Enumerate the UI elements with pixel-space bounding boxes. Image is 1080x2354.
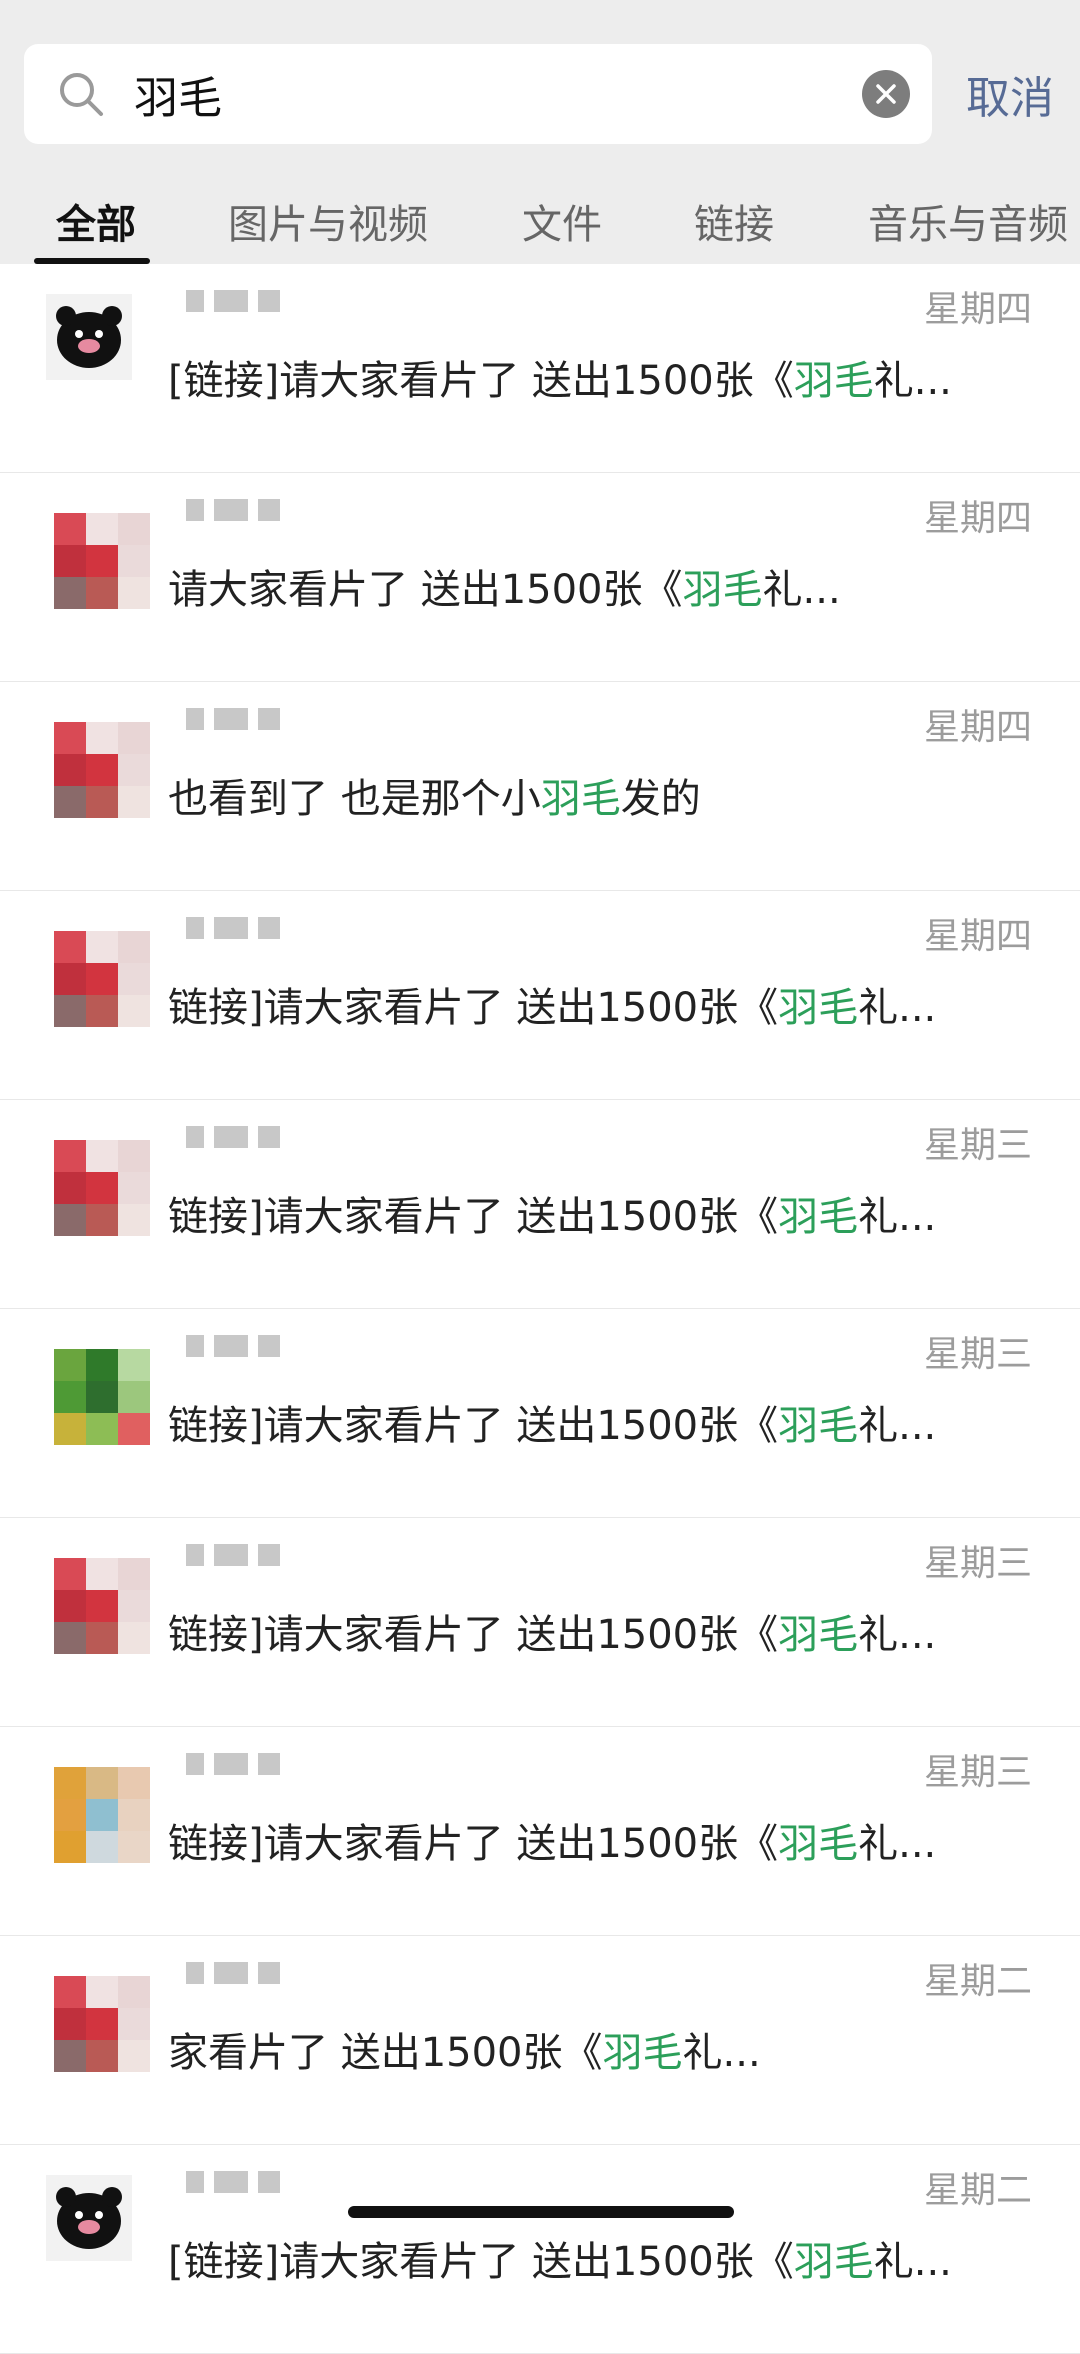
result-message: 链接]请大家看片了 送出1500张《羽毛礼... [168,1393,936,1451]
message-suffix: 礼... [858,1194,937,1240]
result-message: [链接]请大家看片了 送出1500张《羽毛礼... [168,2229,952,2287]
contact-name-redacted [186,1544,280,1572]
result-message: [链接]请大家看片了 送出1500张《羽毛礼... [168,348,952,406]
avatar [54,513,150,609]
message-keyword-highlight: 羽毛 [778,1821,859,1867]
clear-icon[interactable] [862,70,910,118]
message-keyword-highlight: 羽毛 [778,1612,859,1658]
contact-name-redacted [186,1335,280,1363]
avatar [54,1558,150,1654]
result-row[interactable]: 星期四 [链接]请大家看片了 送出1500张《羽毛礼... [0,264,1080,473]
result-message: 链接]请大家看片了 送出1500张《羽毛礼... [168,1602,936,1660]
message-prefix: 链接]请大家看片了 送出1500张《 [168,1612,779,1658]
filter-tabs: 全部 图片与视频 文件 链接 音乐与音频 [0,184,1080,264]
avatar [54,1976,150,2072]
result-row[interactable]: 星期三链接]请大家看片了 送出1500张《羽毛礼... [0,1518,1080,1727]
message-prefix: [链接]请大家看片了 送出1500张《 [168,2239,794,2285]
result-day: 星期三 [923,1125,1032,1166]
result-day: 星期三 [923,1334,1032,1375]
contact-name-redacted [186,708,280,736]
message-prefix: 链接]请大家看片了 送出1500张《 [168,1821,779,1867]
result-message: 链接]请大家看片了 送出1500张《羽毛礼... [168,975,936,1033]
contact-name-redacted [186,917,280,945]
search-results-list: 星期四 [链接]请大家看片了 送出1500张《羽毛礼... 星期四 请大家看片了 送出… [0,264,1080,2354]
result-day: 星期四 [923,498,1032,539]
result-message: 链接]请大家看片了 送出1500张《羽毛礼... [168,1811,936,1869]
result-row[interactable]: 星期三链接]请大家看片了 送出1500张《羽毛礼... [0,1309,1080,1518]
result-day: 星期三 [923,1543,1032,1584]
result-message: 也看到了 也是那个小羽毛发的 [168,766,701,824]
contact-name-redacted [186,1962,280,1990]
avatar [54,722,150,818]
result-row[interactable]: 星期四请大家看片了 送出1500张《羽毛礼... [0,473,1080,682]
message-suffix: 礼... [873,358,952,404]
message-keyword-highlight: 羽毛 [682,567,763,613]
result-day: 星期四 [923,916,1032,957]
avatar [54,1140,150,1236]
message-keyword-highlight: 羽毛 [793,2239,874,2285]
avatar [54,931,150,1027]
result-day: 星期三 [923,1752,1032,1793]
message-suffix: 礼... [762,567,841,613]
message-keyword-highlight: 羽毛 [778,1403,859,1449]
result-day: 星期二 [923,2170,1032,2211]
message-prefix: [链接]请大家看片了 送出1500张《 [168,358,794,404]
message-keyword-highlight: 羽毛 [778,985,859,1031]
result-row[interactable]: 星期四也看到了 也是那个小羽毛发的 [0,682,1080,891]
message-suffix: 礼... [858,1403,937,1449]
home-indicator[interactable] [348,2206,734,2218]
result-row[interactable]: 星期二 [链接]请大家看片了 送出1500张《羽毛礼... [0,2145,1080,2354]
message-keyword-highlight: 羽毛 [602,2030,683,2076]
result-day: 星期四 [923,289,1032,330]
search-icon [46,59,116,129]
avatar [54,1349,150,1445]
message-keyword-highlight: 羽毛 [793,358,874,404]
contact-name-redacted [186,499,280,527]
contact-name-redacted [186,290,280,318]
search-header: 羽毛 取消 全部 图片与视频 文件 链接 音乐与音频 [0,0,1080,264]
contact-name-redacted [186,1126,280,1154]
avatar [54,1767,150,1863]
tab-images-videos[interactable]: 图片与视频 [228,192,428,250]
tab-links[interactable]: 链接 [694,192,774,250]
result-message: 链接]请大家看片了 送出1500张《羽毛礼... [168,1184,936,1242]
tab-all[interactable]: 全部 [56,192,136,250]
result-row[interactable]: 星期四链接]请大家看片了 送出1500张《羽毛礼... [0,891,1080,1100]
message-keyword-highlight: 羽毛 [540,776,621,822]
message-prefix: 链接]请大家看片了 送出1500张《 [168,1403,779,1449]
message-suffix: 礼... [858,1821,937,1867]
search-query: 羽毛 [134,73,222,124]
tab-files[interactable]: 文件 [522,192,602,250]
result-day: 星期二 [923,1961,1032,2002]
message-prefix: 链接]请大家看片了 送出1500张《 [168,985,779,1031]
result-row[interactable]: 星期二家看片了 送出1500张《羽毛礼... [0,1936,1080,2145]
result-row[interactable]: 星期三链接]请大家看片了 送出1500张《羽毛礼... [0,1727,1080,1936]
message-suffix: 礼... [858,985,937,1031]
message-prefix: 也看到了 也是那个小 [168,776,541,822]
contact-name-redacted [186,1753,280,1781]
result-message: 请大家看片了 送出1500张《羽毛礼... [168,557,841,615]
message-suffix: 礼... [682,2030,761,2076]
message-suffix: 礼... [858,1612,937,1658]
tab-music-audio[interactable]: 音乐与音频 [868,192,1068,250]
avatar [46,294,132,380]
message-prefix: 请大家看片了 送出1500张《 [168,567,683,613]
message-suffix: 发的 [620,776,701,822]
message-prefix: 家看片了 送出1500张《 [168,2030,603,2076]
contact-name-redacted [186,2171,280,2199]
avatar [46,2175,132,2261]
search-input[interactable]: 羽毛 [24,44,932,144]
cancel-button[interactable]: 取消 [966,62,1054,126]
message-suffix: 礼... [873,2239,952,2285]
result-day: 星期四 [923,707,1032,748]
message-keyword-highlight: 羽毛 [778,1194,859,1240]
result-row[interactable]: 星期三链接]请大家看片了 送出1500张《羽毛礼... [0,1100,1080,1309]
message-prefix: 链接]请大家看片了 送出1500张《 [168,1194,779,1240]
result-message: 家看片了 送出1500张《羽毛礼... [168,2020,761,2078]
